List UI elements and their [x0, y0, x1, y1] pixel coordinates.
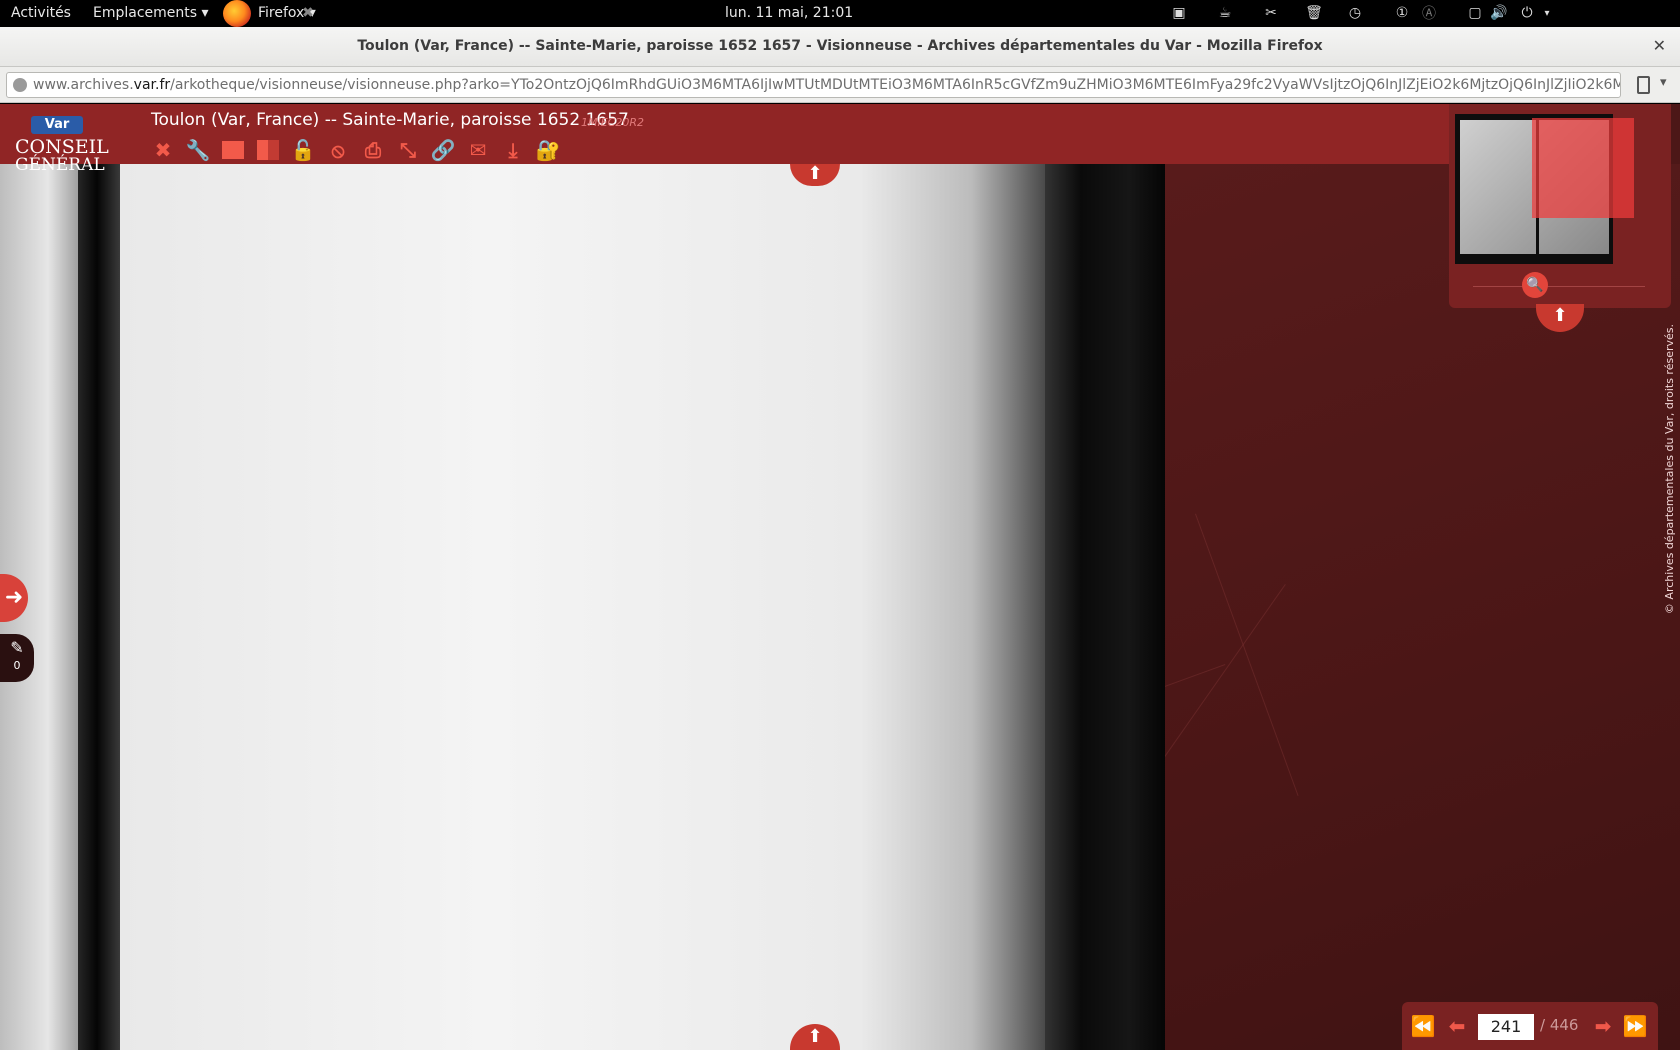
coffee-tray-icon[interactable]: ☕ — [1216, 4, 1234, 22]
print-icon[interactable]: ⎙ — [360, 137, 386, 163]
next-page-icon[interactable]: ➡ — [1590, 1014, 1616, 1038]
app-close-icon[interactable]: ✖ — [302, 5, 314, 21]
clock[interactable]: lun. 11 mai, 21:01 — [725, 5, 853, 21]
scissors-tray-icon[interactable]: ✂ — [1262, 4, 1280, 22]
trash-tray-icon[interactable]: 🗑 — [1305, 4, 1323, 22]
clock-tray-icon[interactable]: ◷ — [1346, 4, 1364, 22]
window-tray-icon[interactable]: ▢ — [1466, 4, 1484, 22]
fit-width-icon[interactable] — [220, 137, 246, 163]
close-tool-icon[interactable]: ✖ — [150, 137, 176, 163]
last-page-icon[interactable]: ⏩ — [1622, 1014, 1648, 1038]
url-text[interactable]: www.archives.var.fr/arkotheque/visionneu… — [33, 77, 1620, 93]
site-identity-icon[interactable] — [13, 78, 27, 92]
page-navigator: ⏪ ⬅ / 446 ➡ ⏩ — [1402, 1002, 1658, 1050]
thumbnail-navigator: 🔍 — [1449, 104, 1671, 308]
url-bar[interactable]: www.archives.var.fr/arkotheque/visionneu… — [6, 72, 1621, 98]
reset-icon[interactable]: ⦸ — [325, 137, 351, 163]
window-close-icon[interactable]: ✕ — [1653, 36, 1666, 55]
overflow-chevron-icon[interactable]: ▾ — [1660, 75, 1667, 90]
document-title: Toulon (Var, France) -- Sainte-Marie, pa… — [151, 110, 629, 130]
volume-tray-icon[interactable]: 🔊 — [1490, 4, 1508, 22]
lock-icon[interactable]: 🔓 — [290, 137, 316, 163]
places-menu[interactable]: Emplacements ▾ — [93, 5, 209, 21]
book-spine — [78, 164, 120, 1050]
wrench-tool-icon[interactable]: 🔧 — [185, 137, 211, 163]
window-titlebar: Toulon (Var, France) -- Sainte-Marie, pa… — [0, 27, 1680, 67]
previous-page-icon[interactable]: ⬅ — [1444, 1014, 1470, 1038]
viewer-toolbar: ✖ 🔧 🔓 ⦸ ⎙ ⤡ 🔗 ✉ ⤓ 🔐 — [150, 137, 561, 163]
total-pages: / 446 — [1540, 1016, 1579, 1034]
register-page-image[interactable] — [0, 164, 1165, 1050]
resize-icon[interactable]: ⤡ — [395, 137, 421, 163]
firefox-logo-icon — [223, 0, 251, 27]
keyboard-1-tray-icon[interactable]: ① — [1393, 4, 1411, 22]
conseil-general-logo: Var CONSEIL GÉNÉRAL — [15, 116, 109, 175]
right-page — [120, 164, 1045, 1050]
keyboard-a-tray-icon[interactable]: Ⓐ — [1420, 4, 1438, 22]
navigation-bar: www.archives.var.fr/arkotheque/visionneu… — [0, 67, 1680, 103]
email-icon[interactable]: ✉ — [465, 137, 491, 163]
page-shadow-edge — [1045, 164, 1165, 1050]
power-tray-icon[interactable]: ⏻ — [1518, 4, 1536, 22]
annotation-count: 0 — [13, 659, 21, 672]
clipboard-icon[interactable] — [1637, 76, 1650, 94]
document-viewer: Var CONSEIL GÉNÉRAL Toulon (Var, France)… — [0, 104, 1680, 1050]
annotations-button[interactable]: ✎ 0 — [0, 634, 34, 682]
pencil-icon: ✎ — [10, 638, 24, 657]
rights-notice: © Archives départementales du Var, droit… — [1663, 324, 1676, 615]
unlock-icon[interactable]: 🔐 — [535, 137, 561, 163]
download-icon[interactable]: ⤓ — [500, 137, 526, 163]
document-code: 1MIEC20R2 — [581, 116, 645, 129]
network-tray-icon[interactable]: ▣ — [1170, 4, 1188, 22]
current-page-input[interactable] — [1478, 1014, 1534, 1040]
system-top-bar: Activités Emplacements ▾ Firefox ▾ ✖ lun… — [0, 0, 1680, 27]
viewer-header: Var CONSEIL GÉNÉRAL Toulon (Var, France)… — [0, 104, 1450, 175]
power-menu-chevron-icon[interactable]: ▾ — [1538, 4, 1556, 22]
fit-height-icon[interactable] — [255, 137, 281, 163]
first-page-icon[interactable]: ⏪ — [1410, 1014, 1436, 1038]
activities-button[interactable]: Activités — [11, 5, 71, 21]
zoom-icon[interactable]: 🔍 — [1522, 272, 1548, 298]
zoom-slider[interactable] — [1473, 286, 1645, 287]
window-title: Toulon (Var, France) -- Sainte-Marie, pa… — [357, 38, 1323, 54]
viewport-selection[interactable] — [1532, 118, 1634, 218]
link-icon[interactable]: 🔗 — [430, 137, 456, 163]
